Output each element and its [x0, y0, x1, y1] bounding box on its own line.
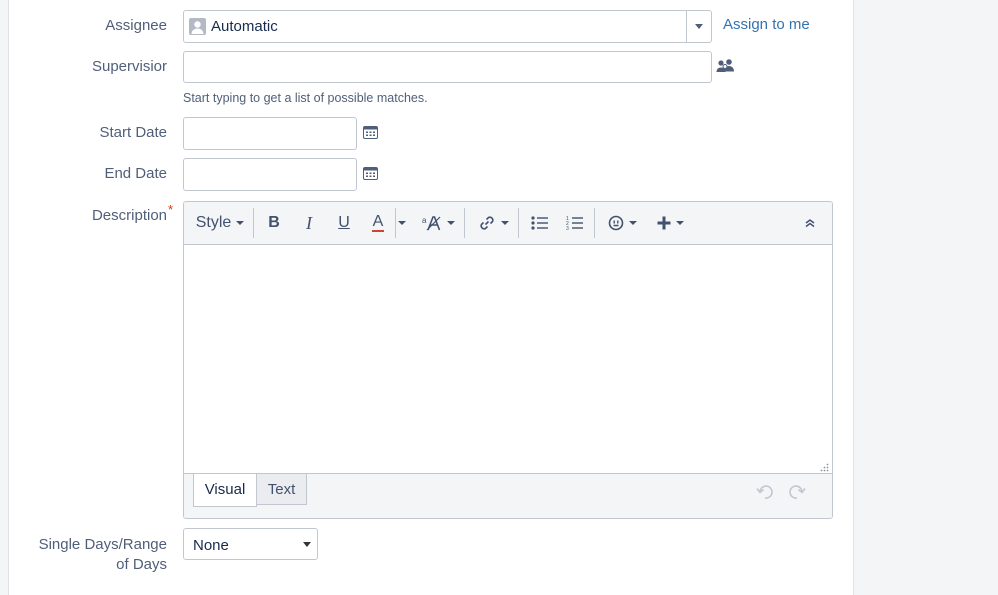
single-days-value: None — [193, 537, 229, 554]
text-color-button[interactable]: A — [362, 202, 394, 244]
user-avatar-icon — [189, 18, 206, 35]
bullet-list-button[interactable] — [524, 202, 554, 244]
collapse-toolbar-button[interactable] — [796, 202, 824, 244]
link-dropdown[interactable] — [472, 202, 514, 244]
single-days-label-line1: Single Days/Range — [38, 536, 167, 553]
single-days-label: Single Days/Range of Days — [39, 535, 167, 575]
chevron-down-icon — [236, 221, 245, 225]
editor-toolbar: Style B I U A a 123 — [184, 202, 832, 245]
link-icon — [479, 216, 494, 230]
supervisor-input[interactable] — [183, 51, 712, 83]
user-picker-icon[interactable] — [716, 58, 735, 74]
assignee-value: Automatic — [211, 18, 278, 35]
insert-more-dropdown[interactable] — [650, 202, 690, 244]
editor-content-area[interactable] — [184, 245, 832, 475]
assignee-label: Assignee — [105, 17, 167, 34]
assignee-dropdown-button[interactable] — [687, 11, 711, 42]
text-color-icon: A — [371, 213, 385, 232]
description-label-text: Description — [91, 207, 167, 224]
toolbar-separator — [594, 208, 595, 238]
undo-icon[interactable] — [756, 484, 774, 505]
numbered-list-icon: 123 — [566, 216, 583, 230]
style-dropdown[interactable]: Style — [189, 202, 251, 244]
bold-button[interactable]: B — [258, 202, 290, 244]
assignee-select[interactable]: Automatic — [183, 10, 712, 43]
redo-icon[interactable] — [788, 484, 806, 505]
start-date-calendar-icon[interactable] — [363, 125, 378, 139]
style-dropdown-label: Style — [195, 214, 232, 231]
svg-text:a: a — [422, 216, 427, 225]
text-format-dropdown[interactable]: a — [416, 202, 460, 244]
supervisor-hint: Start typing to get a list of possible m… — [183, 91, 428, 105]
text-color-dropdown[interactable] — [394, 202, 410, 244]
chevron-down-icon — [398, 221, 406, 225]
italic-button[interactable]: I — [293, 202, 325, 244]
description-label: Description * — [91, 202, 173, 224]
resize-handle-icon[interactable] — [820, 463, 829, 472]
plus-icon — [657, 216, 670, 230]
toolbar-separator — [253, 208, 254, 238]
tab-visual[interactable]: Visual — [193, 474, 257, 507]
text-format-icon: a — [422, 216, 440, 231]
end-date-input[interactable] — [183, 158, 357, 191]
chevron-down-icon — [446, 221, 455, 225]
editor-footer: Visual Text — [184, 473, 832, 518]
end-date-calendar-icon[interactable] — [363, 166, 378, 180]
assign-to-me-link[interactable]: Assign to me — [723, 16, 810, 33]
chevron-down-icon — [303, 542, 311, 547]
chevron-down-icon — [675, 221, 684, 225]
chevron-down-icon — [500, 221, 509, 225]
toolbar-separator — [395, 208, 396, 238]
end-date-label: End Date — [104, 165, 167, 182]
description-editor: Style B I U A a 123 Visual Text — [183, 201, 833, 519]
supervisor-label: Supervisior — [91, 58, 167, 75]
tab-text[interactable]: Text — [257, 474, 307, 505]
single-days-label-line2: of Days — [116, 556, 167, 573]
bullet-list-icon — [530, 216, 548, 230]
start-date-input[interactable] — [183, 117, 357, 150]
toolbar-separator — [518, 208, 519, 238]
chevron-down-icon — [628, 221, 637, 225]
required-marker: * — [167, 202, 173, 217]
double-chevron-up-icon — [805, 219, 815, 228]
numbered-list-button[interactable]: 123 — [559, 202, 589, 244]
toolbar-separator — [464, 208, 465, 238]
svg-text:3: 3 — [566, 226, 569, 230]
start-date-label: Start Date — [99, 124, 167, 141]
underline-button[interactable]: U — [328, 202, 360, 244]
single-days-select[interactable]: None — [183, 528, 318, 560]
emoticon-icon — [608, 215, 623, 231]
chevron-down-icon — [695, 24, 703, 29]
emoticon-dropdown[interactable] — [602, 202, 642, 244]
